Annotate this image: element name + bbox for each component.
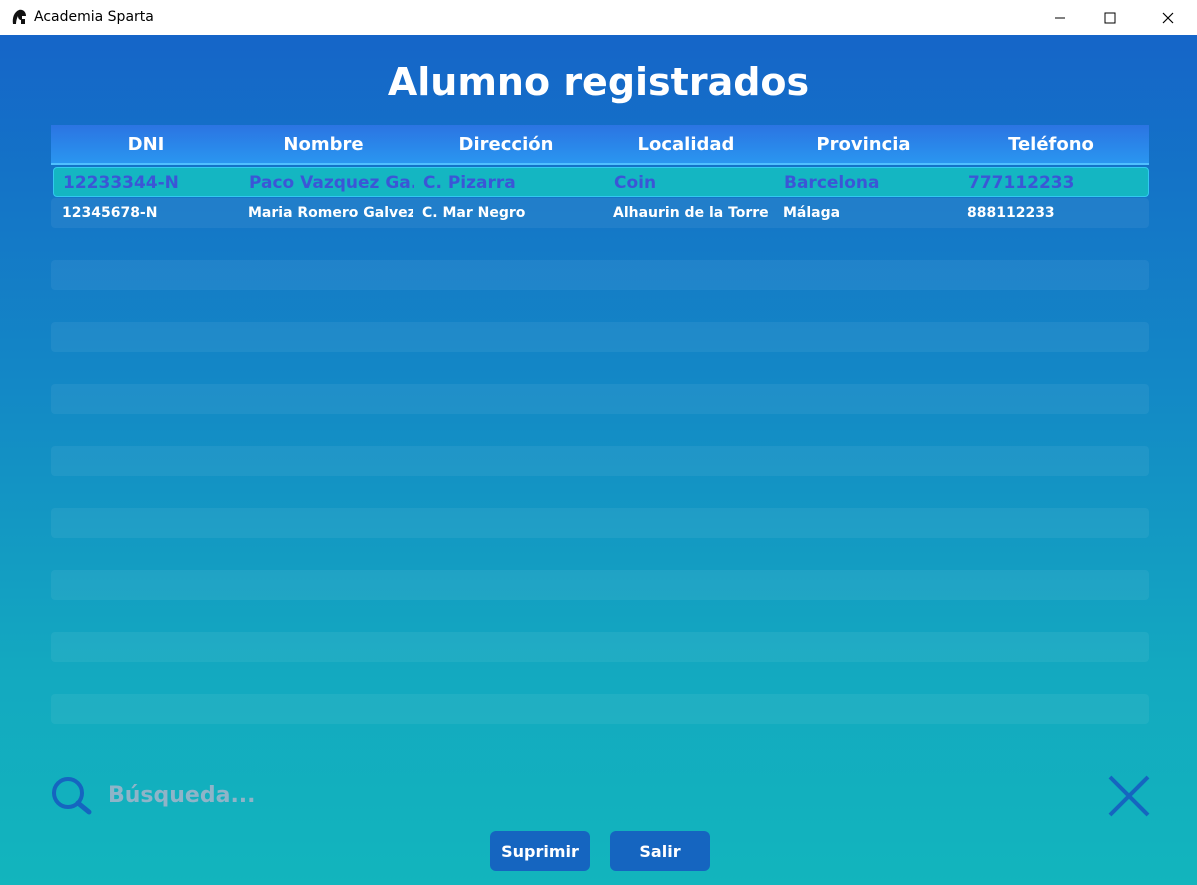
cell-localidad: Coin <box>614 173 657 193</box>
empty-row <box>51 446 1149 476</box>
page-title: Alumno registrados <box>387 60 810 104</box>
maximize-icon <box>1104 12 1116 23</box>
empty-row <box>51 322 1149 352</box>
close-icon <box>1162 12 1174 23</box>
column-header-direccion[interactable]: Dirección <box>421 125 591 165</box>
cell-nombre: Maria Romero Galvez <box>248 205 413 221</box>
cell-direccion: C. Mar Negro <box>422 205 526 221</box>
cell-provincia: Málaga <box>783 205 841 221</box>
empty-row <box>51 260 1149 290</box>
empty-row <box>51 570 1149 600</box>
column-header-provincia[interactable]: Provincia <box>781 125 946 165</box>
main-panel: Alumno registrados DNI Nombre Dirección … <box>0 35 1197 885</box>
suprimir-button[interactable]: Suprimir <box>490 831 590 871</box>
table-row[interactable]: 12233344-N Paco Vazquez Ga... C. Pizarra… <box>53 167 1149 197</box>
empty-row <box>51 508 1149 538</box>
column-header-telefono[interactable]: Teléfono <box>966 125 1136 165</box>
spartan-helmet-icon <box>12 9 26 24</box>
table-row[interactable]: 12345678-N Maria Romero Galvez C. Mar Ne… <box>51 198 1149 228</box>
students-table: DNI Nombre Dirección Localidad Provincia… <box>51 125 1149 724</box>
cell-telefono: 888112233 <box>967 205 1055 221</box>
cell-nombre: Paco Vazquez Ga... <box>249 173 414 193</box>
empty-row <box>51 384 1149 414</box>
window-title: Academia Sparta <box>34 9 154 25</box>
column-header-dni[interactable]: DNI <box>71 125 221 165</box>
table-header: DNI Nombre Dirección Localidad Provincia… <box>51 125 1149 165</box>
cell-dni: 12233344-N <box>63 173 179 193</box>
search-icon <box>52 777 92 815</box>
clear-search-icon[interactable] <box>1106 773 1152 819</box>
column-header-localidad[interactable]: Localidad <box>611 125 761 165</box>
empty-row <box>51 632 1149 662</box>
cell-provincia: Barcelona <box>784 173 880 193</box>
column-header-nombre[interactable]: Nombre <box>246 125 401 165</box>
cell-dni: 12345678-N <box>62 205 158 221</box>
maximize-button[interactable] <box>1087 0 1133 35</box>
close-window-button[interactable] <box>1145 0 1191 35</box>
cell-telefono: 777112233 <box>968 173 1075 193</box>
salir-button[interactable]: Salir <box>610 831 710 871</box>
title-bar: Academia Sparta <box>0 0 1197 35</box>
empty-row <box>51 694 1149 724</box>
search-input[interactable] <box>108 777 708 813</box>
minimize-icon <box>1055 17 1065 18</box>
cell-direccion: C. Pizarra <box>423 173 516 193</box>
minimize-button[interactable] <box>1037 0 1083 35</box>
cell-localidad: Alhaurin de la Torre <box>613 205 769 221</box>
